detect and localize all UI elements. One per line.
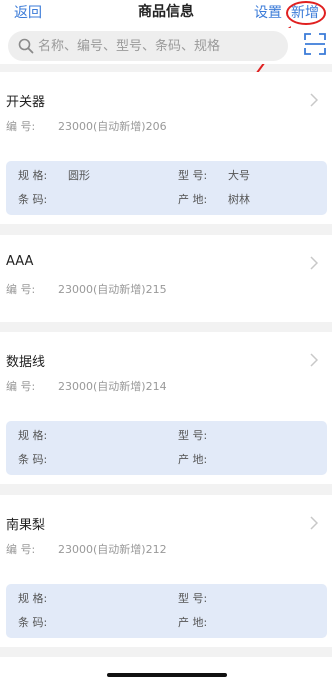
spec-panel: 规 格: 圆形 型 号: 大号 条 码: 产 地: 树林 xyxy=(6,161,327,215)
spec-panel: 规 格: 型 号: 条 码: 产 地: xyxy=(6,421,327,475)
spec-panel: 规 格: 型 号: 条 码: 产 地: xyxy=(6,584,327,638)
barcode-field: 条 码: xyxy=(18,191,68,207)
origin-label: 产 地: xyxy=(178,616,208,629)
model-field: 型 号: xyxy=(178,427,228,443)
spec-label: 规 格: xyxy=(18,592,48,605)
chevron-right-icon xyxy=(310,516,318,530)
search-row xyxy=(0,28,332,64)
search-input[interactable] xyxy=(38,33,282,59)
barcode-field: 条 码: xyxy=(18,614,68,630)
spec-label: 规 格: xyxy=(18,429,48,442)
product-name: 数据线 xyxy=(6,355,46,370)
product-card[interactable]: 南果梨 编 号: 23000(自动新增)212 规 格: 型 号: 条 码: 产 … xyxy=(0,495,332,647)
search-icon xyxy=(18,38,34,54)
spec-value: 圆形 xyxy=(68,169,90,182)
origin-field: 产 地: xyxy=(178,451,228,467)
origin-label: 产 地: xyxy=(178,453,208,466)
barcode-label: 条 码: xyxy=(18,193,48,206)
product-code-row: 编 号: 23000(自动新增)206 xyxy=(6,118,167,134)
chevron-right-icon xyxy=(310,353,318,367)
product-code: 23000(自动新增)215 xyxy=(58,283,167,296)
spec-field: 规 格: xyxy=(18,427,68,443)
product-card[interactable]: 数据线 编 号: 23000(自动新增)214 规 格: 型 号: 条 码: 产 … xyxy=(0,332,332,484)
barcode-label: 条 码: xyxy=(18,453,48,466)
code-label: 编 号: xyxy=(6,380,36,393)
search-box[interactable] xyxy=(8,31,288,61)
annotation-circle xyxy=(286,1,326,25)
model-label: 型 号: xyxy=(178,592,208,605)
barcode-label: 条 码: xyxy=(18,616,48,629)
product-card[interactable]: AAA 编 号: 23000(自动新增)215 xyxy=(0,235,332,322)
product-code: 23000(自动新增)212 xyxy=(58,543,167,556)
product-code: 23000(自动新增)214 xyxy=(58,380,167,393)
product-code-row: 编 号: 23000(自动新增)212 xyxy=(6,541,167,557)
home-indicator[interactable] xyxy=(107,673,227,677)
spec-label: 规 格: xyxy=(18,169,48,182)
model-field: 型 号: 大号 xyxy=(178,167,250,183)
product-card[interactable]: 开关器 编 号: 23000(自动新增)206 规 格: 圆形 型 号: 大号 条 码… xyxy=(0,72,332,224)
scan-icon[interactable] xyxy=(303,32,327,56)
bottom-area xyxy=(0,657,332,691)
model-label: 型 号: xyxy=(178,429,208,442)
chevron-right-icon xyxy=(310,256,318,270)
model-field: 型 号: xyxy=(178,590,228,606)
chevron-right-icon xyxy=(310,93,318,107)
origin-field: 产 地: 树林 xyxy=(178,191,250,207)
product-code: 23000(自动新增)206 xyxy=(58,120,167,133)
product-code-row: 编 号: 23000(自动新增)215 xyxy=(6,281,167,297)
model-label: 型 号: xyxy=(178,169,208,182)
product-name: 南果梨 xyxy=(6,518,46,533)
origin-value: 树林 xyxy=(228,193,250,206)
spec-field: 规 格: 圆形 xyxy=(18,167,90,183)
code-label: 编 号: xyxy=(6,283,36,296)
model-value: 大号 xyxy=(228,169,250,182)
code-label: 编 号: xyxy=(6,543,36,556)
barcode-field: 条 码: xyxy=(18,451,68,467)
code-label: 编 号: xyxy=(6,120,36,133)
page-title: 商品信息 xyxy=(138,4,194,20)
settings-button[interactable]: 设置 xyxy=(254,2,282,22)
product-name: AAA xyxy=(6,254,34,269)
origin-field: 产 地: xyxy=(178,614,228,630)
top-bar: 返回 商品信息 设置 新增 xyxy=(0,0,332,28)
product-code-row: 编 号: 23000(自动新增)214 xyxy=(6,378,167,394)
product-name: 开关器 xyxy=(6,95,46,110)
spec-field: 规 格: xyxy=(18,590,68,606)
origin-label: 产 地: xyxy=(178,193,208,206)
